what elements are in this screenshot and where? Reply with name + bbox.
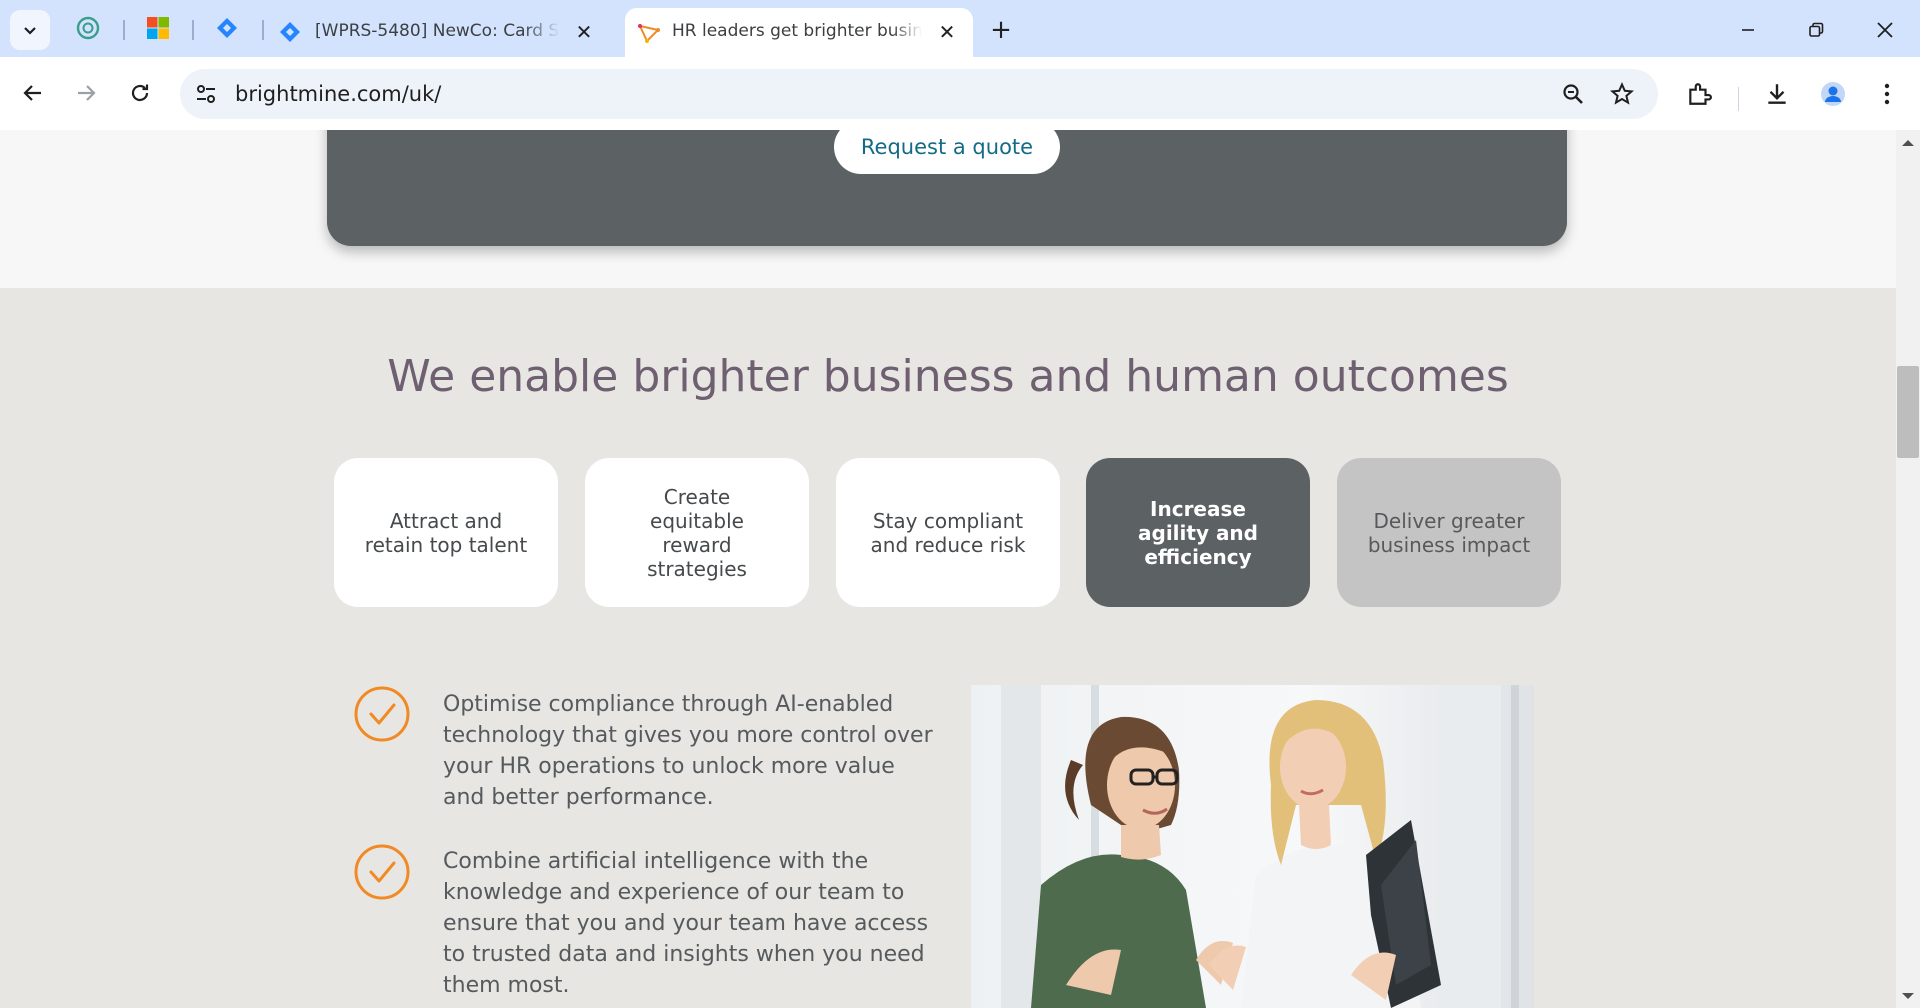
close-icon bbox=[1877, 22, 1893, 38]
tab-search-button[interactable] bbox=[10, 10, 50, 50]
pill-compliance[interactable]: Stay compliant and reduce risk bbox=[836, 458, 1060, 607]
close-tab-icon[interactable]: ✕ bbox=[935, 20, 959, 44]
chatgpt-icon bbox=[76, 16, 100, 40]
extensions-icon[interactable] bbox=[1686, 81, 1712, 107]
bookmark-star-icon[interactable] bbox=[1610, 82, 1634, 106]
page-viewport: Request a quote We enable brighter busin… bbox=[0, 130, 1896, 1008]
more-menu-icon[interactable] bbox=[1874, 81, 1900, 107]
request-quote-button[interactable]: Request a quote bbox=[834, 130, 1060, 174]
jira-icon bbox=[217, 18, 237, 38]
site-settings-icon[interactable] bbox=[194, 82, 218, 106]
forward-arrow-icon bbox=[78, 85, 96, 101]
pill-reward-strategies[interactable]: Create equitable reward strategies bbox=[585, 458, 809, 607]
back-button[interactable] bbox=[13, 73, 53, 113]
profile-avatar-icon[interactable] bbox=[1820, 81, 1846, 107]
pinned-tab-microsoft[interactable] bbox=[146, 16, 170, 40]
address-bar[interactable]: brightmine.com/uk/ bbox=[180, 69, 1658, 119]
new-tab-button[interactable]: + bbox=[985, 14, 1017, 46]
brightmine-icon bbox=[638, 24, 660, 43]
photo-illustration bbox=[971, 685, 1534, 1008]
close-window-button[interactable] bbox=[1862, 10, 1908, 50]
pinned-tab-jira[interactable] bbox=[215, 16, 239, 40]
browser-toolbar: brightmine.com/uk/ bbox=[0, 57, 1920, 131]
chevron-down-icon bbox=[24, 27, 36, 35]
download-icon[interactable] bbox=[1764, 81, 1790, 107]
pill-agility-efficiency[interactable]: Increase agility and efficiency bbox=[1086, 458, 1310, 607]
tab-title: HR leaders get brighter business bbox=[672, 21, 922, 41]
jira-icon bbox=[280, 22, 300, 42]
tab-brightmine[interactable]: HR leaders get brighter business ✕ bbox=[625, 8, 973, 57]
reload-button[interactable] bbox=[120, 73, 160, 113]
back-arrow-icon bbox=[23, 85, 41, 101]
forward-button[interactable] bbox=[66, 73, 106, 113]
outcomes-section: We enable brighter business and human ou… bbox=[0, 288, 1896, 1008]
browser-tab-strip: [WPRS-5480] NewCo: Card Slide ✕ HR leade… bbox=[0, 0, 1920, 57]
tab-separator bbox=[262, 20, 264, 40]
benefit-text: Optimise compliance through AI-enabled t… bbox=[443, 692, 933, 810]
url-text[interactable]: brightmine.com/uk/ bbox=[235, 82, 441, 106]
scroll-down-arrow-icon[interactable] bbox=[1902, 993, 1914, 999]
scrollbar-thumb[interactable] bbox=[1897, 366, 1919, 458]
page-scrollbar[interactable] bbox=[1896, 130, 1920, 1008]
check-circle-icon bbox=[354, 844, 410, 900]
close-tab-icon[interactable]: ✕ bbox=[572, 20, 596, 44]
toolbar-separator bbox=[1738, 87, 1739, 111]
minimize-button[interactable] bbox=[1725, 10, 1771, 50]
colleagues-photo bbox=[971, 685, 1534, 1008]
tab-separator bbox=[123, 20, 125, 40]
reload-icon bbox=[131, 84, 149, 102]
section-heading: We enable brighter business and human ou… bbox=[387, 351, 1509, 402]
pill-attract-talent[interactable]: Attract and retain top talent bbox=[334, 458, 558, 607]
microsoft-icon bbox=[147, 17, 169, 39]
restore-icon bbox=[1809, 22, 1824, 37]
tab-title: [WPRS-5480] NewCo: Card Slide bbox=[315, 21, 560, 41]
benefit-text: Combine artificial intelligence with the… bbox=[443, 849, 929, 998]
minimize-icon bbox=[1742, 29, 1754, 31]
zoom-icon[interactable] bbox=[1561, 82, 1585, 106]
tab-jira-wprs-5480[interactable]: [WPRS-5480] NewCo: Card Slide ✕ bbox=[272, 8, 612, 57]
pinned-tab-chatgpt[interactable] bbox=[76, 16, 100, 40]
restore-button[interactable] bbox=[1793, 10, 1839, 50]
tab-separator bbox=[192, 20, 194, 40]
scroll-up-arrow-icon[interactable] bbox=[1902, 140, 1914, 146]
pill-business-impact[interactable]: Deliver greater business impact bbox=[1337, 458, 1561, 607]
check-circle-icon bbox=[354, 686, 410, 742]
